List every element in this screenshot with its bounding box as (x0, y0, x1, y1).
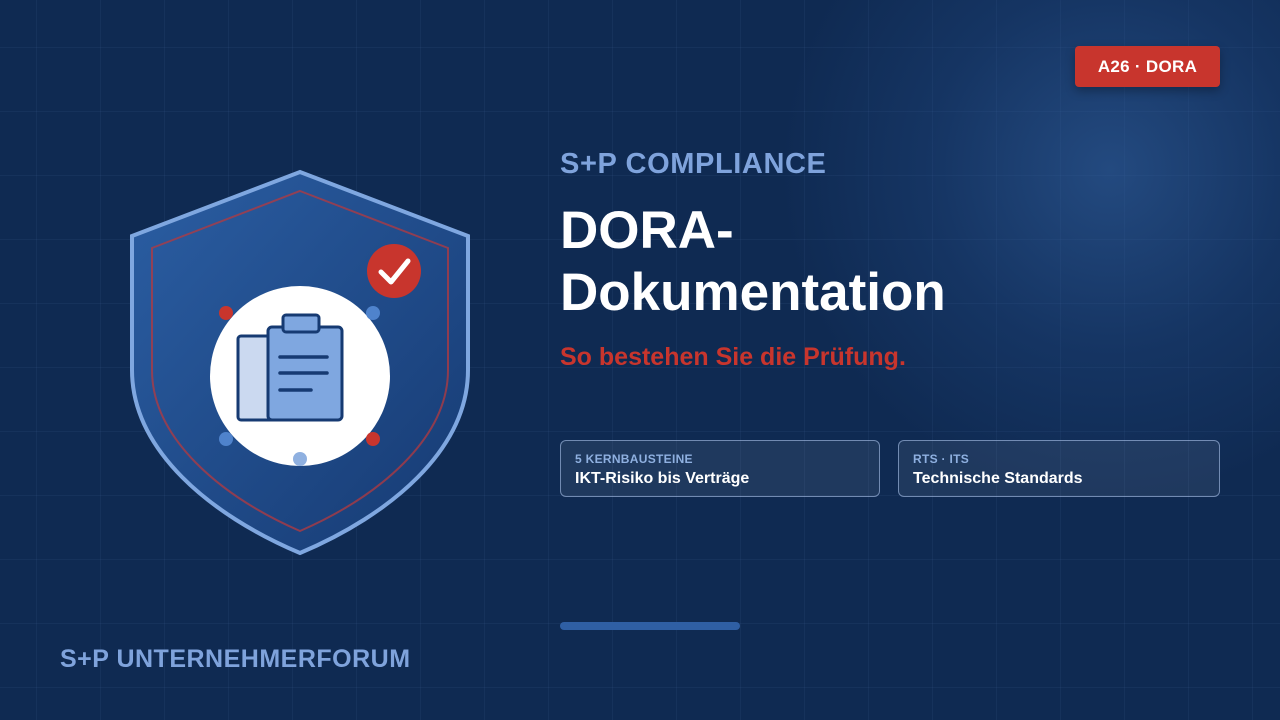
info-card-label: 5 KERNBAUSTEINE (575, 452, 693, 466)
topic-badge: A26 · DORA (1075, 46, 1220, 87)
page-title-line-2: Dokumentation (560, 263, 946, 322)
decor-dot (219, 306, 233, 320)
page-title-line-1: DORA- (560, 201, 734, 260)
page-subtitle: So bestehen Sie die Prüfung. (560, 343, 906, 371)
decor-dot (366, 432, 380, 446)
info-card-label: RTS · ITS (913, 452, 970, 466)
accent-bar (560, 622, 740, 630)
shield-icon (130, 169, 470, 556)
info-card-standards: RTS · ITS Technische Standards (898, 440, 1220, 497)
info-card-text: IKT-Risiko bis Verträge (575, 470, 750, 487)
eyebrow-label: S+P COMPLIANCE (560, 148, 827, 180)
info-card-text: Technische Standards (913, 470, 1083, 487)
footer-brand: S+P UNTERNEHMERFORUM (60, 645, 411, 673)
check-icon (367, 244, 421, 298)
info-card-core-modules: 5 KERNBAUSTEINE IKT-Risiko bis Verträge (560, 440, 880, 497)
topic-badge-label: A26 · DORA (1097, 56, 1198, 76)
decor-dot (293, 452, 307, 466)
decor-dot (219, 432, 233, 446)
page-title: DORA- Dokumentation (560, 200, 1180, 324)
decor-dot (366, 306, 380, 320)
shield-illustration (125, 165, 475, 560)
